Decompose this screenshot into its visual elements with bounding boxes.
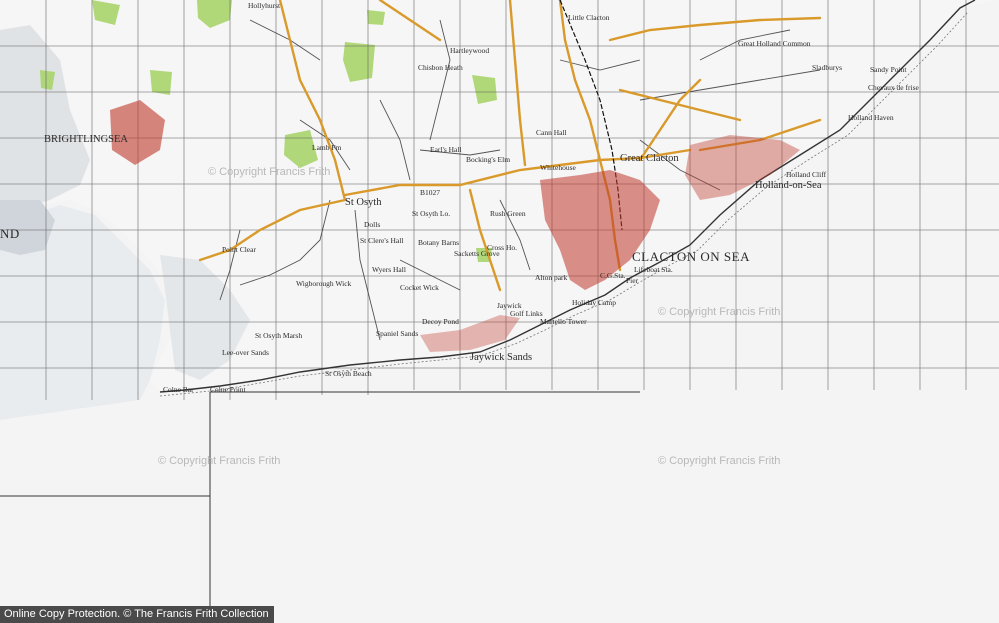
label-hollyhurst: Hollyhurst: [248, 1, 281, 10]
label-holland-cliff: Holland Cliff: [786, 170, 827, 179]
map-canvas[interactable]: CLACTON ON SEA Great Clacton Little Clac…: [0, 0, 999, 623]
label-great-holland-common: Great Holland Common: [738, 39, 811, 48]
label-bockings-elm: Bocking's Elm: [466, 155, 510, 164]
label-martello-tower: Martello Tower: [540, 317, 587, 326]
label-alton-park: Alton park: [535, 273, 568, 282]
label-st-osyth-marsh: St Osyth Marsh: [255, 331, 302, 340]
label-lee-over-sands: Lee-over Sands: [222, 348, 269, 357]
label-st-osyth: St Osyth: [345, 197, 382, 208]
label-sladburys: Sladburys: [812, 63, 842, 72]
copy-protection-footer: Online Copy Protection. © The Francis Fr…: [0, 606, 274, 623]
label-cocket-wick: Cocket Wick: [400, 283, 439, 292]
label-great-clacton: Great Clacton: [620, 153, 679, 164]
label-lamb-fm: Lamb Fm: [312, 143, 342, 152]
label-brightlingsea: BRIGHTLINGSEA: [44, 134, 128, 145]
label-b1027: B1027: [420, 188, 440, 197]
label-wyers-hall: Wyers Hall: [372, 265, 406, 274]
watermark-2: © Copyright Francis Frith: [158, 455, 280, 467]
label-pier: Pier: [626, 276, 639, 285]
label-st-osyth-lo: St Osyth Lo.: [412, 209, 450, 218]
label-st-osyth-beach: St Osyth Beach: [325, 369, 372, 378]
label-hartley-wood: Hartleywood: [450, 46, 489, 55]
label-wigborough-wick: Wigborough Wick: [296, 279, 352, 288]
label-chisbon-heath: Chisbon Heath: [418, 63, 463, 72]
label-holland-haven: Holland Haven: [848, 113, 894, 122]
label-st-cleres-hall: St Clere's Hall: [360, 236, 403, 245]
label-whitehouse: Whitehouse: [540, 163, 576, 172]
label-lifeboat-sta: Lifeboat Sta.: [634, 265, 673, 274]
watermark-1: © Copyright Francis Frith: [658, 306, 780, 318]
label-sandy-point: Sandy Point: [870, 65, 907, 74]
label-cross-ho: Cross Ho.: [487, 243, 517, 252]
label-little-clacton: Little Clacton: [568, 13, 610, 22]
label-decoy-pond: Decoy Pond: [422, 317, 459, 326]
label-jaywick-sands: Jaywick Sands: [470, 352, 532, 363]
label-cg-sta: C.G.Sta.: [600, 271, 626, 280]
label-colne-bar: Colne Bar: [163, 385, 194, 394]
watermark-3: © Copyright Francis Frith: [658, 455, 780, 467]
watermark-4: © Copyright Francis Frith: [208, 166, 330, 178]
label-chevaux-de-frise: Chevaux de frise: [868, 83, 919, 92]
label-holland-on-sea: Holland-on-Sea: [755, 180, 822, 191]
label-dolls: Dolls: [364, 220, 380, 229]
label-golf-links: Golf Links: [510, 309, 543, 318]
label-island-fragment: ND: [0, 226, 20, 241]
label-botany-barns: Botany Barns: [418, 238, 459, 247]
label-cann-hall: Cann Hall: [536, 128, 567, 137]
label-spaniel-sands: Spaniel Sands: [376, 329, 418, 338]
label-colne-point: Colne Point: [210, 385, 247, 394]
label-rush-green: Rush Green: [490, 209, 526, 218]
label-holiday-camp: Holiday Camp: [572, 298, 616, 307]
label-earls-hall: Earl's Hall: [430, 145, 462, 154]
label-point-clear: Point Clear: [222, 245, 256, 254]
label-clacton-on-sea: CLACTON ON SEA: [632, 249, 750, 264]
